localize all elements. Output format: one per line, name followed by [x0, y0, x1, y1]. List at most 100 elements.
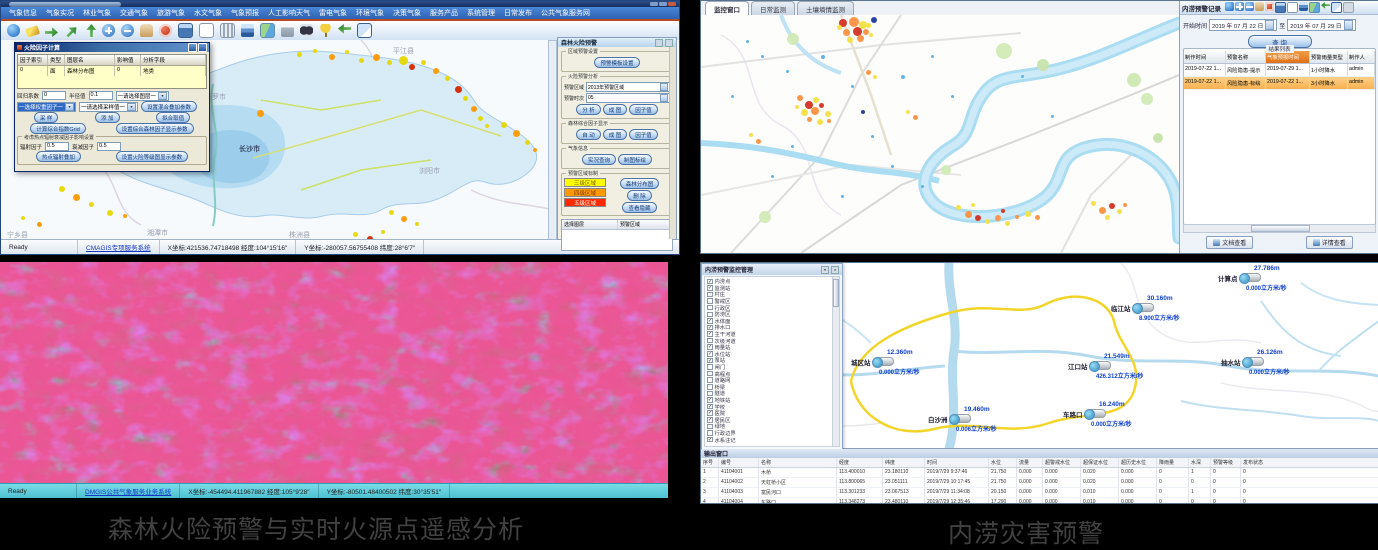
- menu-item[interactable]: 林业气象: [83, 8, 111, 18]
- date-from-field[interactable]: 2019 年 07 月 22 日: [1209, 19, 1277, 31]
- column-header[interactable]: 超警戒水位: [1043, 458, 1081, 467]
- station-marker[interactable]: 30.160m 临江站 8.900立方米/秒: [1109, 295, 1239, 322]
- column-header[interactable]: 预警名称: [1226, 51, 1266, 63]
- layer-checkbox[interactable]: [707, 364, 713, 370]
- layer-checkbox[interactable]: [707, 384, 713, 390]
- chevron-down-icon[interactable]: [660, 94, 668, 102]
- globe-icon[interactable]: [7, 24, 20, 37]
- menu-item[interactable]: 环境气象: [356, 8, 384, 18]
- system-link[interactable]: DMGIS公共气象服务业务系统: [77, 484, 180, 498]
- chevron-down-icon[interactable]: ▾: [821, 266, 829, 274]
- column-header[interactable]: 编号: [719, 458, 759, 467]
- layer-checkbox[interactable]: [707, 338, 713, 344]
- minimize-icon[interactable]: [188, 43, 197, 52]
- system-link[interactable]: CMAGIS专项服务系统: [78, 240, 160, 254]
- layers-icon[interactable]: [241, 24, 254, 37]
- column-header[interactable]: 降雨量: [1157, 458, 1189, 467]
- menu-item[interactable]: 日常发布: [504, 8, 532, 18]
- column-header[interactable]: 纬度: [883, 458, 925, 467]
- weather-button[interactable]: 制图标绘: [618, 154, 652, 165]
- satellite-fire-image[interactable]: [0, 262, 668, 484]
- pin-icon[interactable]: [655, 39, 663, 47]
- binoculars-icon[interactable]: [300, 24, 313, 37]
- back-icon[interactable]: [1321, 2, 1330, 11]
- chevron-down-icon[interactable]: [1265, 20, 1274, 30]
- factor-table-row[interactable]: 0面森林分布图0地类: [18, 66, 206, 76]
- level-action-button[interactable]: 删 除: [627, 190, 652, 201]
- factor-table[interactable]: 因子索引类型图层名影响值分析字段 0面森林分布图0地类: [17, 54, 207, 89]
- back-icon[interactable]: [338, 24, 351, 37]
- column-header[interactable]: 制作人: [1348, 51, 1375, 63]
- view-detail-button[interactable]: 详情查看: [1306, 236, 1353, 249]
- table-row[interactable]: 2019-07-22 1... 风险隐患-标绘 2019-07-22 1... …: [1184, 77, 1375, 90]
- layer-item[interactable]: 学校: [707, 403, 830, 410]
- table-hscrollbar[interactable]: [561, 254, 673, 255]
- table-row[interactable]: 141104001 木桥113.400010 23.1801102019/7/2…: [701, 468, 1378, 478]
- menu-item[interactable]: 公共气象服务网: [541, 8, 590, 18]
- compute-grid-button[interactable]: 计算综合指数Grid: [30, 123, 85, 134]
- print-icon[interactable]: [281, 24, 294, 37]
- menu-item[interactable]: 雷电气象: [319, 8, 347, 18]
- map-icon[interactable]: [260, 23, 275, 38]
- map-view-tab[interactable]: 监控窗口: [705, 1, 749, 15]
- layer-checkbox[interactable]: [707, 305, 713, 311]
- menu-item[interactable]: 系统管理: [467, 8, 495, 18]
- layer-checkbox[interactable]: [707, 279, 713, 285]
- close-icon[interactable]: [1343, 2, 1354, 13]
- pan-hand-icon[interactable]: [140, 24, 153, 37]
- menu-item[interactable]: 交通气象: [120, 8, 148, 18]
- column-header[interactable]: 时间: [925, 458, 989, 467]
- layer-checkbox[interactable]: [707, 417, 713, 423]
- weight-factor-select[interactable]: 一选择权重因子一▾: [17, 102, 76, 112]
- table-row[interactable]: 241104002 天虹桥小区113.800065 23.0511112019/…: [701, 478, 1378, 488]
- layer-item[interactable]: 水位站: [707, 351, 830, 358]
- column-header[interactable]: 发布状态: [1241, 458, 1378, 467]
- map-icon[interactable]: [1309, 2, 1320, 13]
- analysis-button[interactable]: 因子值: [629, 104, 658, 115]
- chevron-down-icon[interactable]: ▾: [158, 92, 167, 100]
- dialog-titlebar[interactable]: 火险因子计算: [15, 43, 209, 52]
- decay-input[interactable]: 0.5: [97, 142, 121, 151]
- weather-button[interactable]: 实况查询: [582, 154, 616, 165]
- risk-level-display-button[interactable]: 设置火险等级图显示参数: [116, 151, 189, 162]
- close-icon[interactable]: ×: [831, 266, 839, 274]
- layer-checkbox[interactable]: [707, 377, 713, 383]
- layer-checkbox[interactable]: [707, 325, 713, 331]
- layer-checkbox[interactable]: [707, 292, 713, 298]
- map-scrollbar[interactable]: [548, 40, 557, 240]
- column-header[interactable]: 选择图层: [562, 220, 618, 229]
- menu-item[interactable]: 旅游气象: [157, 8, 185, 18]
- menu-item[interactable]: 人工影响天气: [268, 8, 310, 18]
- mix-params-button[interactable]: 设置混合叠加参数: [141, 101, 197, 112]
- radiation-overlay-button[interactable]: 热点辐射叠加: [36, 151, 81, 162]
- pan-hand-icon[interactable]: [1255, 2, 1264, 11]
- page-icon[interactable]: [1287, 2, 1298, 13]
- menu-item[interactable]: 气象实况: [46, 8, 74, 18]
- station-marker[interactable]: 16.240m 车路口 0.000立方米/秒: [1061, 401, 1191, 428]
- layer-item[interactable]: 桥梁: [707, 384, 830, 391]
- zoom-in-icon[interactable]: [102, 24, 115, 37]
- column-header[interactable]: 水位: [989, 458, 1017, 467]
- zoom-out-icon[interactable]: [121, 24, 134, 37]
- layer-checkbox[interactable]: [707, 358, 713, 364]
- column-header[interactable]: 名称: [759, 458, 837, 467]
- column-header[interactable]: 制作时间: [1184, 51, 1226, 63]
- menu-item[interactable]: 水文气象: [194, 8, 222, 18]
- composite-button[interactable]: 自 动: [576, 129, 601, 140]
- layer-checkbox[interactable]: [707, 318, 713, 324]
- layer-checkbox[interactable]: [707, 331, 713, 337]
- date-to-field[interactable]: 2019 年 07 月 29 日: [1287, 19, 1355, 31]
- menu-item[interactable]: 气象信息: [9, 8, 37, 18]
- column-header[interactable]: 预警区域: [618, 220, 672, 229]
- close-icon[interactable]: [198, 43, 207, 52]
- select-arrow-icon[interactable]: [45, 24, 58, 37]
- column-header[interactable]: 流量: [1017, 458, 1043, 467]
- chevron-down-icon[interactable]: [660, 83, 668, 91]
- add-button[interactable]: 添 加: [95, 112, 120, 123]
- layer-checkbox[interactable]: [707, 371, 713, 377]
- column-header[interactable]: 水深: [1189, 458, 1211, 467]
- station-marker[interactable]: 19.460m 白沙洲 0.006立方米/秒: [926, 406, 1056, 433]
- warning-region-table[interactable]: 选择图层预警区域: [561, 219, 673, 251]
- layer-checkbox[interactable]: [707, 285, 713, 291]
- column-header[interactable]: 超保证水位: [1081, 458, 1119, 467]
